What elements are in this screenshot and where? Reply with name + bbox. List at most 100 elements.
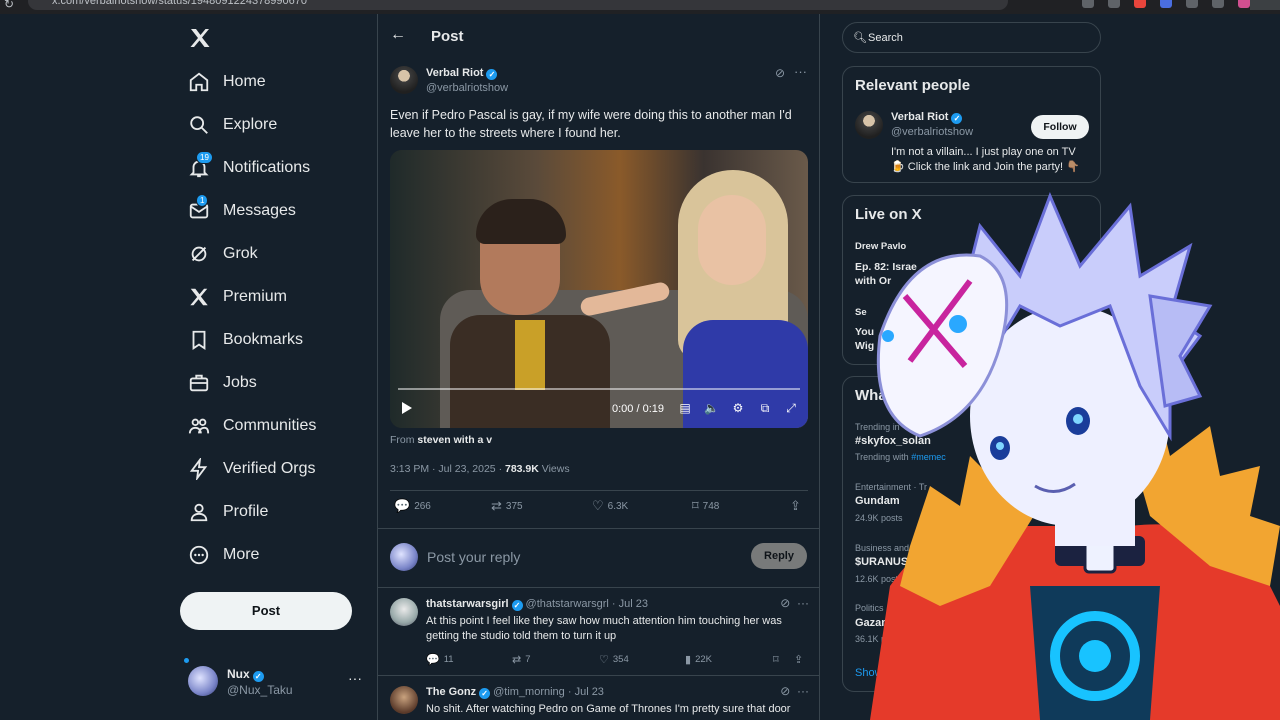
live-stream-title-line2[interactable]: Wig (855, 339, 874, 353)
share-action[interactable]: ⇪ (794, 653, 807, 666)
video-player[interactable]: 0:00 / 0:19 ▤ 🔈 ⚙ ⧉ ⤢ (390, 150, 808, 428)
grok-icon[interactable]: ⊘ (775, 66, 785, 80)
back-arrow-icon[interactable]: ← (390, 26, 406, 44)
trend-with-tag[interactable]: #memec (911, 452, 946, 462)
bookmark-action[interactable]: ⌑ (773, 653, 783, 666)
nav-verified-orgs[interactable]: Verified Orgs (188, 451, 315, 487)
address-bar[interactable]: x.com/verbalriotshow/status/194809122437… (28, 0, 1008, 10)
reply-post[interactable]: thatstarwarsgirl ✓ @thatstarwarsgrl · Jul … (378, 588, 819, 676)
post-timestamp[interactable]: 3:13 PM · Jul 23, 2025 · (390, 463, 505, 475)
live-stream-title-line2[interactable]: with Or (855, 274, 891, 288)
reply-input[interactable]: Post your reply (427, 549, 520, 565)
video-source-prefix: From (390, 434, 415, 446)
status-dot (184, 658, 189, 663)
like-action[interactable]: ♡ 6.3K (592, 498, 628, 514)
reply-action[interactable]: 💬 266 (394, 498, 431, 514)
author-avatar[interactable] (390, 66, 418, 94)
trend-count: 24.9K posts (855, 513, 903, 523)
main-column: ← Post Verbal Riot ✓ @verbalriotshow ⊘ ··… (377, 14, 820, 720)
settings-gear-icon[interactable]: ⚙ (731, 401, 745, 415)
relevant-person-bio: I'm not a villain... I just play one on … (891, 146, 1080, 173)
browser-toolbar: ↻ x.com/verbalriotshow/status/1948091224… (0, 0, 1280, 14)
trend-category: Politics · Tre (855, 603, 905, 613)
fullscreen-icon[interactable]: ⤢ (784, 401, 798, 415)
star-icon[interactable] (1108, 0, 1120, 8)
trend-name[interactable]: Gazans (855, 617, 894, 629)
reply-tools[interactable]: ⊘ ··· (780, 596, 809, 610)
nav-premium[interactable]: Premium (188, 279, 287, 315)
reply-author[interactable]: The Gonz ✓ @tim_morning · Jul 23 (426, 686, 604, 699)
nav-bookmarks-label: Bookmarks (223, 331, 304, 348)
post-header: ← Post (378, 14, 819, 60)
search-placeholder: Search (868, 32, 903, 44)
reply-avatar[interactable] (390, 686, 418, 714)
trend-name[interactable]: $URANUS (855, 556, 908, 568)
extension-icon[interactable] (1186, 0, 1198, 8)
views-count: 783.9K (504, 463, 539, 475)
follow-button[interactable]: Follow (1031, 115, 1089, 139)
bookmark-action[interactable]: ⌑ 748 (692, 498, 719, 514)
extension-icon[interactable] (1212, 0, 1224, 8)
repost-action[interactable]: ⇄ 375 (491, 498, 523, 514)
author-handle[interactable]: @verbalriotshow (426, 82, 508, 94)
play-icon[interactable] (402, 402, 412, 414)
nav-profile[interactable]: Profile (188, 494, 268, 530)
account-name-text: Nux (227, 667, 250, 681)
cast-icon[interactable] (1082, 0, 1094, 8)
nav-home[interactable]: Home (188, 64, 266, 100)
nav-explore[interactable]: Explore (188, 107, 277, 143)
reply-avatar[interactable] (390, 598, 418, 626)
people-icon (188, 418, 210, 434)
share-icon: ⇪ (794, 654, 804, 666)
reply-post[interactable]: The Gonz ✓ @tim_morning · Jul 23 ⊘ ··· No … (378, 676, 819, 720)
page-title: Post (431, 28, 464, 45)
nav-messages[interactable]: 1 Messages (188, 193, 296, 229)
search-input[interactable]: 🔍︎ Search (842, 22, 1101, 53)
trend-name[interactable]: #skyfox_solan (855, 435, 931, 447)
trend-category: Business and (855, 543, 910, 553)
profile-icon[interactable] (1238, 0, 1250, 8)
volume-icon[interactable]: 🔈 (704, 401, 719, 415)
captions-icon[interactable]: ▤ (678, 401, 692, 415)
relaunch-button[interactable] (1250, 0, 1280, 10)
video-source-link[interactable]: steven with a v (417, 434, 492, 446)
nav-notifications-label: Notifications (223, 159, 311, 176)
nav-more[interactable]: More (188, 537, 259, 573)
nav-grok[interactable]: Grok (188, 236, 258, 272)
nav-jobs[interactable]: Jobs (188, 365, 257, 401)
relevant-person-avatar[interactable] (855, 111, 883, 139)
avatar (188, 666, 218, 696)
bookmark-count: 748 (702, 500, 720, 512)
reply-author[interactable]: thatstarwarsgirl ✓ @thatstarwarsgrl · Jul … (426, 598, 648, 611)
trend-with: Trending with #memec (855, 452, 946, 462)
relevant-person-name[interactable]: Verbal Riot ✓ (891, 111, 963, 124)
show-more-link[interactable]: Show (855, 667, 883, 679)
more-dots-icon[interactable]: ··· (794, 64, 807, 79)
extension-icon[interactable] (1134, 0, 1146, 8)
live-stream-title[interactable]: Ep. 82: Israe (855, 260, 917, 274)
share-action[interactable]: ⇪ (790, 498, 805, 514)
relevant-person-handle[interactable]: @verbalriotshow (891, 126, 973, 138)
reload-icon[interactable]: ↻ (4, 0, 14, 11)
video-time: 0:00 / 0:19 (612, 403, 664, 415)
author-name[interactable]: Verbal Riot ✓ (426, 67, 498, 80)
x-logo-icon[interactable] (188, 26, 212, 50)
nav-profile-label: Profile (223, 503, 269, 520)
trend-name[interactable]: Gundam (855, 495, 900, 507)
nav-bookmarks[interactable]: Bookmarks (188, 322, 303, 358)
account-switcher[interactable]: Nux ✓ @Nux_Taku ··· (188, 666, 368, 702)
repost-action[interactable]: ⇄ 7 (512, 653, 531, 666)
nav-notifications[interactable]: 19 Notifications (188, 150, 310, 186)
post-button[interactable]: Post (180, 592, 352, 630)
extension-icon[interactable] (1160, 0, 1172, 8)
reply-tools[interactable]: ⊘ ··· (780, 684, 809, 698)
reply-action[interactable]: 💬 11 (426, 653, 454, 666)
like-action[interactable]: ♡ 354 (599, 653, 629, 666)
reply-button[interactable]: Reply (751, 543, 807, 569)
nav-communities[interactable]: Communities (188, 408, 316, 444)
video-progress-bar[interactable] (398, 388, 800, 390)
picture-in-picture-icon[interactable]: ⧉ (758, 401, 772, 415)
more-dots-icon[interactable]: ··· (348, 670, 362, 686)
views-action[interactable]: ▮ 22K (685, 653, 712, 666)
live-stream-title[interactable]: You (855, 325, 874, 339)
